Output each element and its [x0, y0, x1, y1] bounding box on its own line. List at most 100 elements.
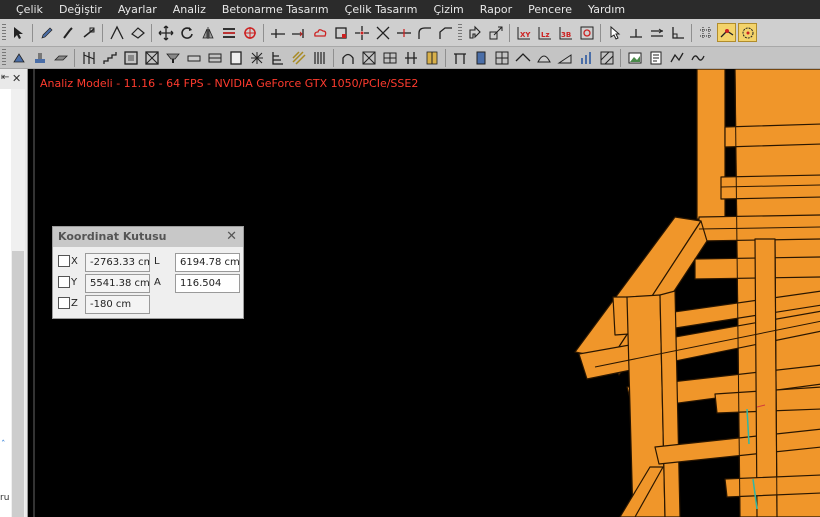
text-block-icon[interactable] — [646, 48, 665, 67]
menu-degistir[interactable]: Değiştir — [51, 0, 110, 19]
left-scrollbar[interactable] — [11, 89, 25, 517]
polyline-icon[interactable] — [667, 48, 686, 67]
menu-ayarlar[interactable]: Ayarlar — [110, 0, 165, 19]
y-lock-checkbox[interactable] — [58, 276, 70, 288]
fillet-icon[interactable] — [415, 23, 434, 42]
dome-icon[interactable] — [534, 48, 553, 67]
beam-icon[interactable] — [121, 48, 140, 67]
tree-view[interactable] — [0, 89, 11, 517]
brush-icon[interactable] — [58, 23, 77, 42]
stretch-icon[interactable] — [465, 23, 484, 42]
viewport-status-text: Analiz Modeli - 11.16 - 64 FPS - NVIDIA … — [40, 77, 419, 90]
opening-icon[interactable] — [163, 48, 182, 67]
pin-icon[interactable]: ⇤ — [1, 72, 9, 83]
eraser-icon[interactable] — [128, 23, 147, 42]
joist-icon[interactable] — [310, 48, 329, 67]
menu-betonarme-tasarim[interactable]: Betonarme Tasarım — [214, 0, 337, 19]
view-3d-icon[interactable]: 3B — [556, 23, 575, 42]
extend-icon[interactable] — [289, 23, 308, 42]
measure-angle-icon[interactable] — [107, 23, 126, 42]
toolbar-grip[interactable] — [458, 23, 462, 42]
slab-icon[interactable] — [51, 48, 70, 67]
ribbed-slab-icon[interactable] — [205, 48, 224, 67]
menu-bar: Çelik Değiştir Ayarlar Analiz Betonarme … — [0, 0, 820, 19]
toolbar-grip[interactable] — [2, 23, 6, 42]
hatch-fill-icon[interactable] — [597, 48, 616, 67]
arch-icon[interactable] — [338, 48, 357, 67]
scale-icon[interactable] — [486, 23, 505, 42]
stair-icon[interactable] — [100, 48, 119, 67]
bracing-icon[interactable] — [422, 48, 441, 67]
wall-icon[interactable] — [142, 48, 161, 67]
move-icon[interactable] — [156, 23, 175, 42]
frame-icon[interactable] — [450, 48, 469, 67]
line-tool-icon[interactable] — [79, 23, 98, 42]
joint-icon[interactable] — [401, 48, 420, 67]
select-arrow-icon[interactable] — [9, 23, 28, 42]
snap-target-icon[interactable] — [240, 23, 259, 42]
angle-field[interactable]: 116.504 — [175, 274, 240, 293]
ramp-icon[interactable] — [555, 48, 574, 67]
grid-snap-icon[interactable] — [696, 23, 715, 42]
x-lock-checkbox[interactable] — [58, 255, 70, 267]
chamfer-icon[interactable] — [436, 23, 455, 42]
menu-pencere[interactable]: Pencere — [520, 0, 580, 19]
snap-active-icon[interactable] — [717, 23, 736, 42]
mirror-icon[interactable] — [198, 23, 217, 42]
tree-item-partial: ru — [0, 493, 10, 503]
snap-mid-icon[interactable] — [647, 23, 666, 42]
menu-analiz[interactable]: Analiz — [165, 0, 214, 19]
z-coordinate-field[interactable]: -180 cm — [85, 295, 150, 314]
close-icon[interactable]: ✕ — [226, 227, 237, 247]
z-lock-checkbox[interactable] — [58, 297, 70, 309]
snap-end-icon[interactable] — [626, 23, 645, 42]
join-icon[interactable] — [394, 23, 413, 42]
trim-icon[interactable] — [268, 23, 287, 42]
snap-perp-icon[interactable] — [668, 23, 687, 42]
support-icon[interactable] — [9, 48, 28, 67]
image-icon[interactable] — [625, 48, 644, 67]
box-icon[interactable] — [331, 23, 350, 42]
intersect-icon[interactable] — [373, 23, 392, 42]
cloud-icon[interactable] — [310, 23, 329, 42]
grid-table-icon[interactable] — [380, 48, 399, 67]
rotate-icon[interactable] — [177, 23, 196, 42]
array-icon[interactable] — [219, 23, 238, 42]
roof-icon[interactable] — [513, 48, 532, 67]
coordinate-box-dialog: Koordinat Kutusu ✕ X -2763.33 cm L 6194.… — [52, 226, 244, 319]
footing-icon[interactable] — [30, 48, 49, 67]
coordinate-box-titlebar[interactable]: Koordinat Kutusu ✕ — [53, 227, 243, 247]
panel-icon[interactable] — [184, 48, 203, 67]
scroll-thumb[interactable] — [12, 251, 24, 517]
column-icon[interactable] — [226, 48, 245, 67]
toolbar-objects — [0, 47, 820, 69]
left-dock-panel: ⇤ ✕ ˆ ru — [0, 69, 28, 517]
hatch-icon[interactable] — [289, 48, 308, 67]
column-grid-icon[interactable] — [79, 48, 98, 67]
snap-tangent-icon[interactable] — [738, 23, 757, 42]
break-icon[interactable] — [352, 23, 371, 42]
view-xy-icon[interactable]: XY — [514, 23, 533, 42]
menu-celik-tasarim[interactable]: Çelik Tasarım — [337, 0, 426, 19]
menu-celik[interactable]: Çelik — [8, 0, 51, 19]
x-coordinate-field[interactable]: -2763.33 cm — [85, 253, 150, 272]
menu-rapor[interactable]: Rapor — [472, 0, 520, 19]
door-icon[interactable] — [471, 48, 490, 67]
chart-icon[interactable] — [576, 48, 595, 67]
shear-wall-icon[interactable] — [268, 48, 287, 67]
pencil-icon[interactable] — [37, 23, 56, 42]
truss-icon[interactable] — [359, 48, 378, 67]
curve-icon[interactable] — [688, 48, 707, 67]
window-icon[interactable] — [492, 48, 511, 67]
coordinate-box-title: Koordinat Kutusu — [58, 230, 167, 243]
close-icon[interactable]: ✕ — [12, 72, 21, 85]
cursor-select-icon[interactable] — [605, 23, 624, 42]
length-field[interactable]: 6194.78 cm — [175, 253, 240, 272]
y-coordinate-field[interactable]: 5541.38 cm — [85, 274, 150, 293]
render-settings-icon[interactable] — [577, 23, 596, 42]
menu-yardim[interactable]: Yardım — [580, 0, 633, 19]
menu-cizim[interactable]: Çizim — [425, 0, 471, 19]
view-lz-icon[interactable]: Lz — [535, 23, 554, 42]
toolbar-grip[interactable] — [2, 48, 6, 67]
reinforcement-icon[interactable] — [247, 48, 266, 67]
